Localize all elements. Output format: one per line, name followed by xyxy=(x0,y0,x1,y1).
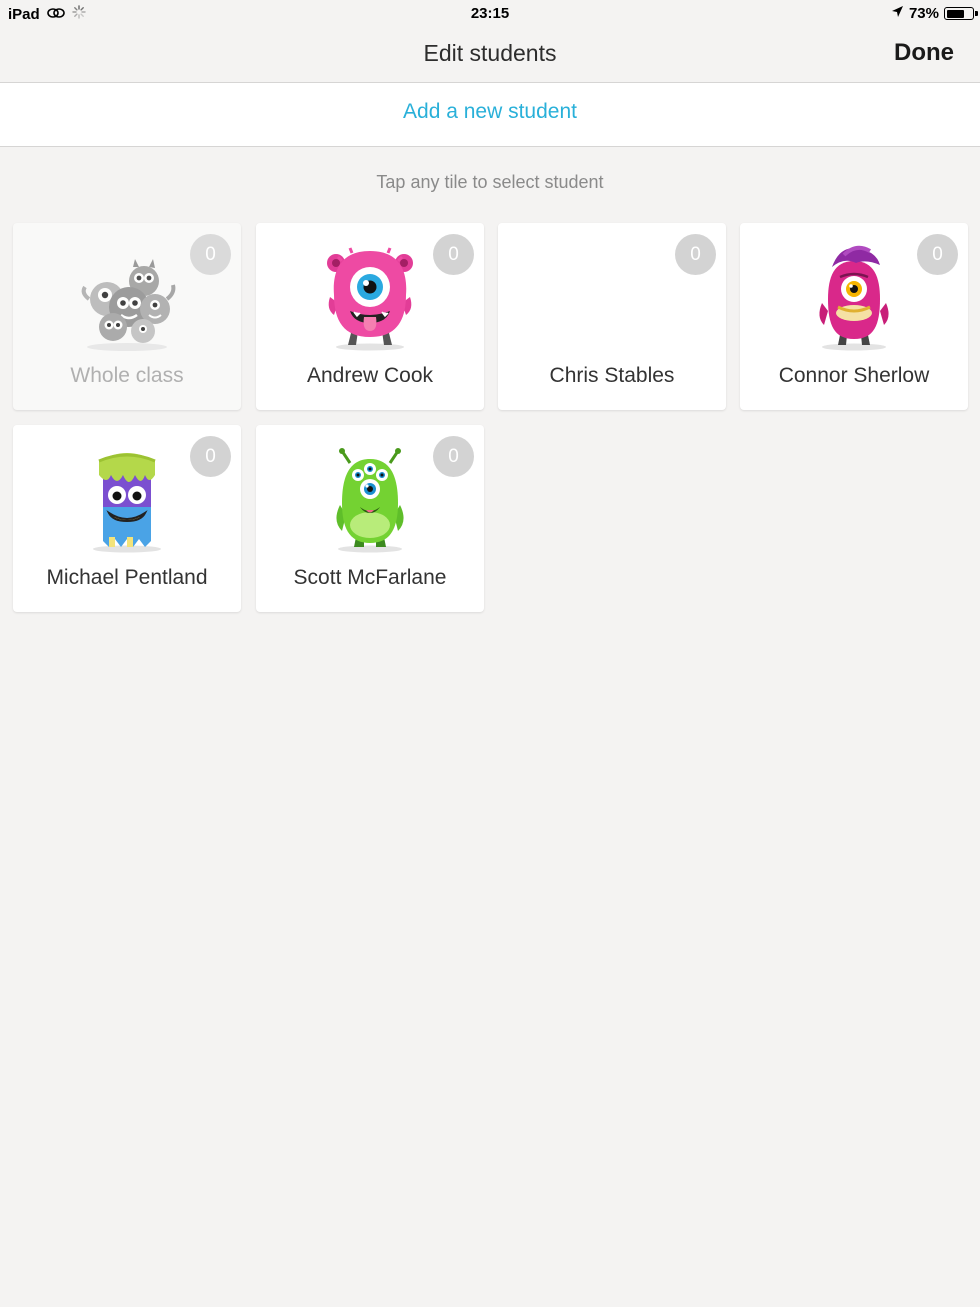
points-badge: 0 xyxy=(433,234,474,275)
add-student-label: Add a new student xyxy=(403,100,577,123)
navigation-bar: Edit students Done xyxy=(0,28,980,83)
student-tile-michael-pentland[interactable]: 0 Michael Pentland xyxy=(13,425,241,612)
points-badge: 0 xyxy=(190,436,231,477)
student-tile-scott-mcfarlane[interactable]: 0 Scott McFarlane xyxy=(256,425,484,612)
battery-percentage: 73% xyxy=(908,5,939,22)
student-name: Whole class xyxy=(70,364,184,387)
page-title: Edit students xyxy=(423,40,557,66)
points-badge: 0 xyxy=(917,234,958,275)
points-badge: 0 xyxy=(190,234,231,275)
add-student-button[interactable]: Add a new student xyxy=(0,83,980,147)
student-name: Connor Sherlow xyxy=(778,364,930,387)
green-multi-eyed-monster-icon xyxy=(336,448,404,553)
battery-level xyxy=(946,9,965,18)
student-name: Scott McFarlane xyxy=(293,566,447,589)
student-name: Michael Pentland xyxy=(46,566,208,589)
student-tile-whole-class[interactable]: 0 Whole class xyxy=(13,223,241,410)
battery-icon xyxy=(944,7,978,20)
clock: 23:15 xyxy=(470,5,510,22)
blue-slime-monster-icon xyxy=(93,453,161,553)
whole-class-monsters-icon xyxy=(81,259,176,351)
student-name: Chris Stables xyxy=(549,364,675,387)
student-name: Andrew Cook xyxy=(306,364,434,387)
points-badge: 0 xyxy=(433,436,474,477)
student-tile-connor-sherlow[interactable]: 0 Connor Sherlow xyxy=(740,223,968,410)
student-tile-chris-stables[interactable]: 0 Chris Stables xyxy=(498,223,726,410)
points-badge: 0 xyxy=(675,234,716,275)
done-button[interactable]: Done xyxy=(894,39,954,67)
status-bar: iPad 23:15 73% xyxy=(0,0,980,28)
magenta-cyclops-monster-icon xyxy=(819,245,889,351)
pink-furry-monster-icon xyxy=(327,247,413,351)
location-arrow-icon xyxy=(891,5,904,22)
student-tile-andrew-cook[interactable]: 0 Andrew Cook xyxy=(256,223,484,410)
instruction-text: Tap any tile to select student xyxy=(376,172,604,192)
status-right: 73% xyxy=(891,5,978,22)
